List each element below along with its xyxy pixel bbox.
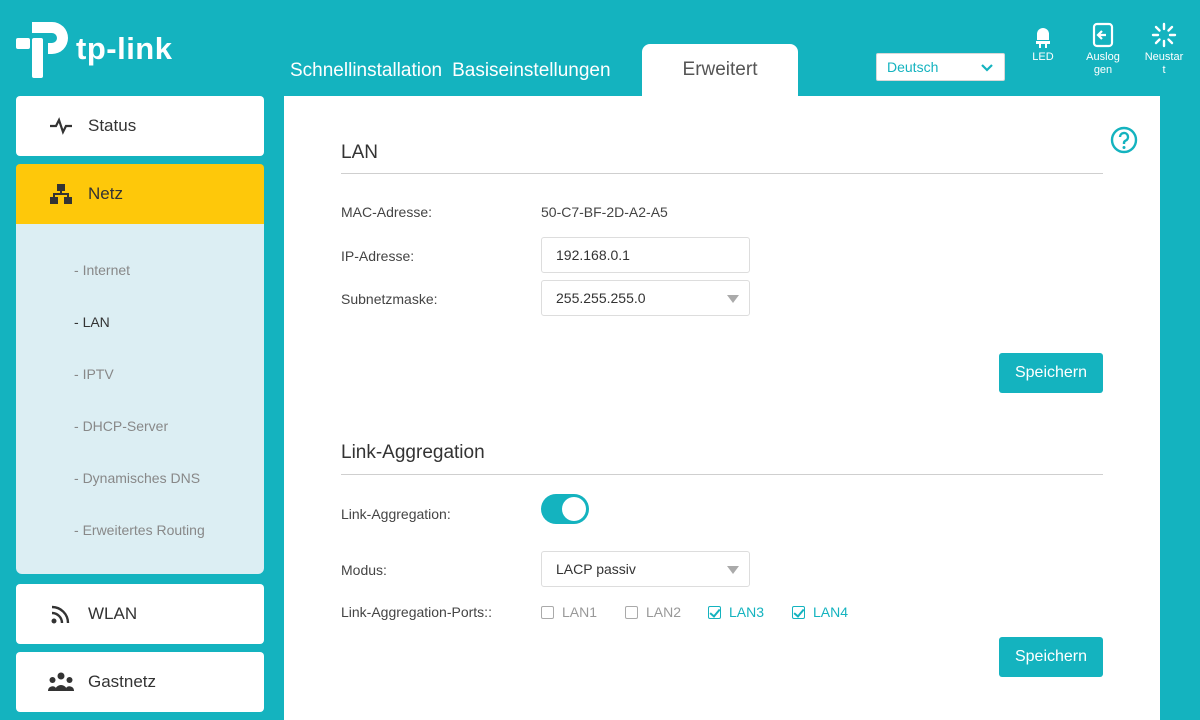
port-checkbox-lan2[interactable]: LAN2 [625,604,681,620]
tab-erweitert[interactable]: Erweitert [642,44,798,96]
lan-section-title: LAN [341,142,378,163]
tp-link-logo-icon [16,22,68,78]
checkbox-box[interactable] [708,605,721,619]
led-button[interactable]: LED [1019,22,1067,64]
reboot-label: Neustar t [1144,51,1184,76]
help-icon[interactable] [1110,126,1138,154]
submenu-label: DHCP-Server [82,418,169,434]
checkbox-box[interactable] [541,605,554,619]
tab-schnellinstallation[interactable]: Schnellinstallation [290,60,442,96]
mode-select[interactable]: LACP passiv [541,551,750,587]
sidebar-item-label: Status [88,116,137,135]
sidebar-item-wlan[interactable]: WLAN [16,584,264,644]
submenu-label: Dynamisches DNS [82,470,201,486]
link-aggregation-toggle-label: Link-Aggregation: [341,506,451,522]
network-icon [48,181,74,207]
submenu-label: Erweitertes Routing [82,522,205,538]
port-checkbox-lan1[interactable]: LAN1 [541,604,597,620]
sidebar-item-label: WLAN [88,604,138,623]
bulb-icon [1036,28,1050,48]
main-tabs: Schnellinstallation Basiseinstellungen E… [290,44,798,96]
submenu-item-dhcp-server[interactable]: - DHCP-Server [74,418,168,434]
divider [341,474,1103,475]
subnet-mask-label: Subnetzmaske: [341,291,438,307]
language-select[interactable]: Deutsch [876,53,1005,81]
toggle-knob [562,497,586,521]
divider [341,173,1103,174]
port-checkbox-lan3[interactable]: LAN3 [708,604,764,620]
led-label: LED [1032,51,1054,63]
logout-label: Auslog gen [1086,51,1120,76]
sidebar-item-label: Netz [88,184,123,203]
mode-value: LACP passiv [556,561,636,577]
logout-icon [1092,22,1114,48]
subnet-mask-value: 255.255.255.0 [556,290,646,306]
ip-address-input[interactable]: 192.168.0.1 [541,237,750,273]
tab-basiseinstellungen[interactable]: Basiseinstellungen [452,60,610,96]
submenu-label: IPTV [82,366,114,382]
sidebar-item-status[interactable]: Status [16,96,264,156]
reboot-button[interactable]: Neustar t [1140,22,1188,77]
submenu-item-dynamisches-dns[interactable]: - Dynamisches DNS [74,470,200,486]
brand-name: tp-link [76,31,173,66]
dropdown-arrow-icon [727,566,739,574]
port-checkbox-lan4[interactable]: LAN4 [792,604,848,620]
ip-address-value: 192.168.0.1 [556,247,630,263]
submenu-item-erweitertes-routing[interactable]: - Erweitertes Routing [74,522,205,538]
lan-save-button[interactable]: Speichern [999,353,1103,393]
submenu-item-lan[interactable]: - LAN [74,314,110,330]
submenu-item-iptv[interactable]: - IPTV [74,366,114,382]
subnet-mask-select[interactable]: 255.255.255.0 [541,280,750,316]
port-label: LAN4 [813,604,849,620]
sidebar-item-gastnetz[interactable]: Gastnetz [16,652,264,712]
sidebar-item-label: Gastnetz [88,672,157,691]
submenu-item-internet[interactable]: - Internet [74,262,130,278]
port-label: LAN3 [729,604,765,620]
language-select-value: Deutsch [887,59,939,75]
submenu-label: LAN [82,314,110,330]
ip-address-label: IP-Adresse: [341,248,415,264]
port-label: LAN2 [646,604,682,620]
link-aggregation-toggle[interactable] [541,494,589,524]
tp-link-logo: tp-link [14,18,173,80]
chevron-down-icon [981,64,993,72]
ports-label: Link-Aggregation-Ports:: [341,604,492,620]
submenu-label: Internet [82,262,131,278]
mode-label: Modus: [341,562,387,578]
netz-submenu: - Internet - LAN - IPTV - DHCP-Server - … [16,224,264,574]
pulse-icon [48,113,74,139]
logout-button[interactable]: Auslog gen [1079,22,1127,77]
reboot-icon [1151,22,1177,48]
guest-icon [48,669,74,695]
mac-address-label: MAC-Adresse: [341,204,433,220]
port-label: LAN1 [562,604,598,620]
dropdown-arrow-icon [727,295,739,303]
main-panel: LAN MAC-Adresse: 50-C7-BF-2D-A2-A5 IP-Ad… [284,96,1160,720]
sidebar-item-netz[interactable]: Netz [16,164,264,224]
link-aggregation-section-title: Link-Aggregation [341,442,485,463]
wifi-icon [48,601,74,627]
mac-address-value: 50-C7-BF-2D-A2-A5 [541,204,668,220]
checkbox-box[interactable] [792,605,805,619]
checkbox-box[interactable] [625,605,638,619]
link-aggregation-save-button[interactable]: Speichern [999,637,1103,677]
